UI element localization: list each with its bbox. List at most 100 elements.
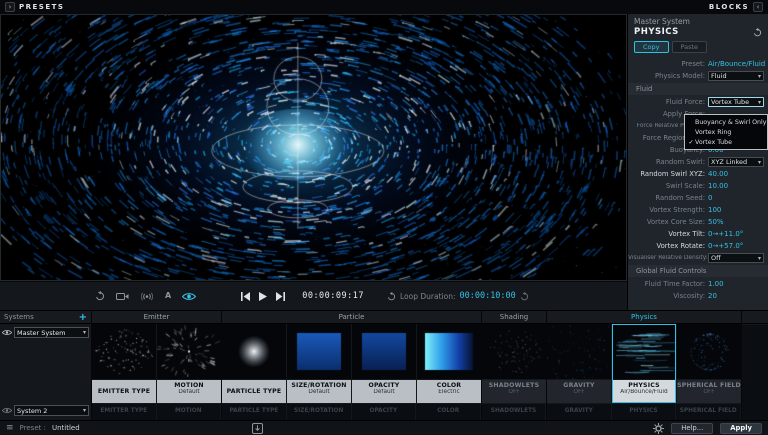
system-select-master[interactable]: Master System ▾ (14, 327, 89, 338)
camera-icon[interactable] (116, 292, 129, 301)
preset-name-field[interactable]: Untitled (52, 424, 80, 432)
settings-gear-icon[interactable] (653, 423, 664, 434)
block-particle-type[interactable]: PARTICLE TYPE (222, 324, 286, 403)
param-value[interactable]: 0 (708, 194, 712, 202)
dropdown-fluid-force[interactable]: Vortex Tube▾ (708, 97, 764, 107)
system2-eye-icon[interactable] (2, 407, 12, 414)
param-value[interactable]: 20 (708, 292, 717, 300)
next-row-block[interactable]: PHYSICS (612, 404, 676, 420)
param-label: Random Swirl XYZ: (628, 170, 708, 178)
add-system-button[interactable]: + (79, 312, 87, 323)
block-thumbnail (92, 324, 156, 379)
block-thumbnail (157, 324, 221, 379)
menu-item-buoyancy-swirl-only[interactable]: Buoyancy & Swirl Only (685, 117, 767, 127)
presets-toggle[interactable]: › PRESETS (5, 2, 64, 12)
help-button[interactable]: Help... (671, 423, 713, 434)
undo-icon[interactable] (95, 291, 105, 301)
auto-icon[interactable]: A (165, 292, 171, 300)
block-caption: MOTIONDefault (157, 380, 221, 403)
group-tab-particle[interactable]: Particle (222, 311, 481, 324)
system-name: Master System (17, 329, 66, 337)
block-subtitle: OFF (547, 389, 611, 395)
param-value[interactable]: Air/Bounce/Fluid (708, 60, 765, 68)
block-title: SPHERICAL FIELD (677, 382, 741, 389)
next-row-block (742, 325, 768, 420)
block-title: PHYSICS (612, 382, 676, 389)
param-label: Vortex Tilt: (628, 230, 708, 238)
param-value[interactable]: 10.00 (708, 182, 728, 190)
skip-forward-button[interactable] (276, 292, 285, 301)
next-row-block[interactable]: OPACITY (352, 404, 416, 420)
block-subtitle: Default (157, 389, 221, 395)
next-row-block[interactable]: COLOR (416, 404, 480, 420)
loop-duration-value[interactable]: 00:00:10:00 (459, 291, 515, 301)
param-value[interactable]: 40.00 (708, 170, 728, 178)
dropdown-visualiser-relative-density[interactable]: Off▾ (708, 253, 764, 263)
block-physics[interactable]: PHYSICSAir/Bounce/Fluid (612, 324, 676, 403)
param-value[interactable]: 50% (708, 218, 724, 226)
block-opacity[interactable]: OPACITYDefault (352, 324, 416, 403)
blocks-toggle[interactable]: BLOCKS ‹ (709, 2, 763, 12)
menu-item-label: Buoyancy & Swirl Only (695, 119, 767, 126)
param-row-physics-model: Physics Model:Fluid▾ (628, 70, 768, 82)
next-row-block[interactable]: MOTION (157, 404, 221, 420)
main-area: A 00:00:09:17 (0, 14, 768, 310)
system-name: System 2 (17, 407, 47, 415)
menu-item-vortex-ring[interactable]: Vortex Ring (685, 127, 767, 137)
param-label: Fluid Time Factor: (628, 280, 708, 288)
group-tab-physics[interactable]: Physics (547, 311, 741, 324)
menu-item-vortex-tube[interactable]: ✓Vortex Tube (685, 137, 767, 147)
chevron-down-icon: ▾ (758, 255, 761, 262)
next-row-block[interactable]: EMITTER TYPE (92, 404, 156, 420)
reset-loop-icon[interactable] (520, 292, 529, 301)
param-value[interactable]: 0→+57.0° (708, 242, 743, 250)
copy-button[interactable]: Copy (634, 41, 669, 53)
save-icon[interactable] (252, 423, 263, 434)
skip-back-button[interactable] (241, 292, 250, 301)
visibility-eye-icon[interactable] (182, 292, 196, 301)
viewport-canvas[interactable] (1, 15, 626, 280)
dropdown-physics-model[interactable]: Fluid▾ (708, 71, 764, 81)
block-subtitle: OFF (677, 389, 741, 395)
block-group-aux: Aux (742, 311, 768, 420)
play-button[interactable] (259, 292, 267, 301)
menu-icon[interactable]: ≡ (6, 424, 14, 433)
blocks-label: BLOCKS (709, 3, 749, 11)
block-color[interactable]: COLORElectric (417, 324, 481, 403)
block-group-emitter: EmitterEMITTER TYPEMOTIONDefaultEMITTER … (92, 311, 222, 420)
next-row-block[interactable]: SIZE/ROTATION (287, 404, 351, 420)
timecode[interactable]: 00:00:09:17 (302, 291, 364, 301)
param-row-vortex-tilt: Vortex Tilt:0→+11.0° (628, 228, 768, 240)
group-tab-emitter[interactable]: Emitter (92, 311, 221, 324)
apply-button[interactable]: Apply (720, 423, 762, 434)
block-thumbnail (612, 324, 676, 379)
param-value[interactable]: 100 (708, 206, 721, 214)
block-size-rotation[interactable]: SIZE/ROTATIONDefault (287, 324, 351, 403)
group-tab-aux[interactable]: Aux (742, 311, 768, 324)
system-eye-icon[interactable] (2, 329, 12, 336)
next-row-block[interactable]: SHADOWLETS (482, 404, 545, 420)
panel-reset-icon[interactable] (753, 28, 762, 37)
next-row-block[interactable]: GRAVITY (547, 404, 611, 420)
block-motion[interactable]: MOTIONDefault (157, 324, 221, 403)
paste-button[interactable]: Paste (672, 41, 708, 53)
audio-react-icon[interactable] (140, 292, 154, 301)
block-spherical-field[interactable]: SPHERICAL FIELDOFF (677, 324, 741, 403)
systems-panel: Systems + Master System ▾ System 2 ▾ (0, 311, 92, 420)
param-row-random-seed: Random Seed:0 (628, 192, 768, 204)
param-label: Fluid Force: (628, 98, 708, 106)
loop-duration-label: Loop Duration: (400, 292, 455, 301)
block-gravity[interactable]: GRAVITYOFF (547, 324, 611, 403)
loop-icon (387, 292, 396, 301)
group-tab-shading[interactable]: Shading (482, 311, 546, 324)
param-value[interactable]: 1.00 (708, 280, 724, 288)
next-row-block[interactable]: PARTICLE TYPE (222, 404, 286, 420)
param-value[interactable]: 0→+11.0° (708, 230, 743, 238)
next-row-block[interactable]: SPHERICAL FIELD (676, 404, 740, 420)
system-select-2[interactable]: System 2 ▾ (14, 405, 89, 416)
block-thumbnail (547, 324, 611, 379)
dropdown-random-swirl[interactable]: XYZ Linked▾ (708, 157, 764, 167)
block-shadowlets[interactable]: SHADOWLETSOFF (482, 324, 546, 403)
viewport[interactable] (0, 14, 627, 281)
block-emitter-type[interactable]: EMITTER TYPE (92, 324, 156, 403)
